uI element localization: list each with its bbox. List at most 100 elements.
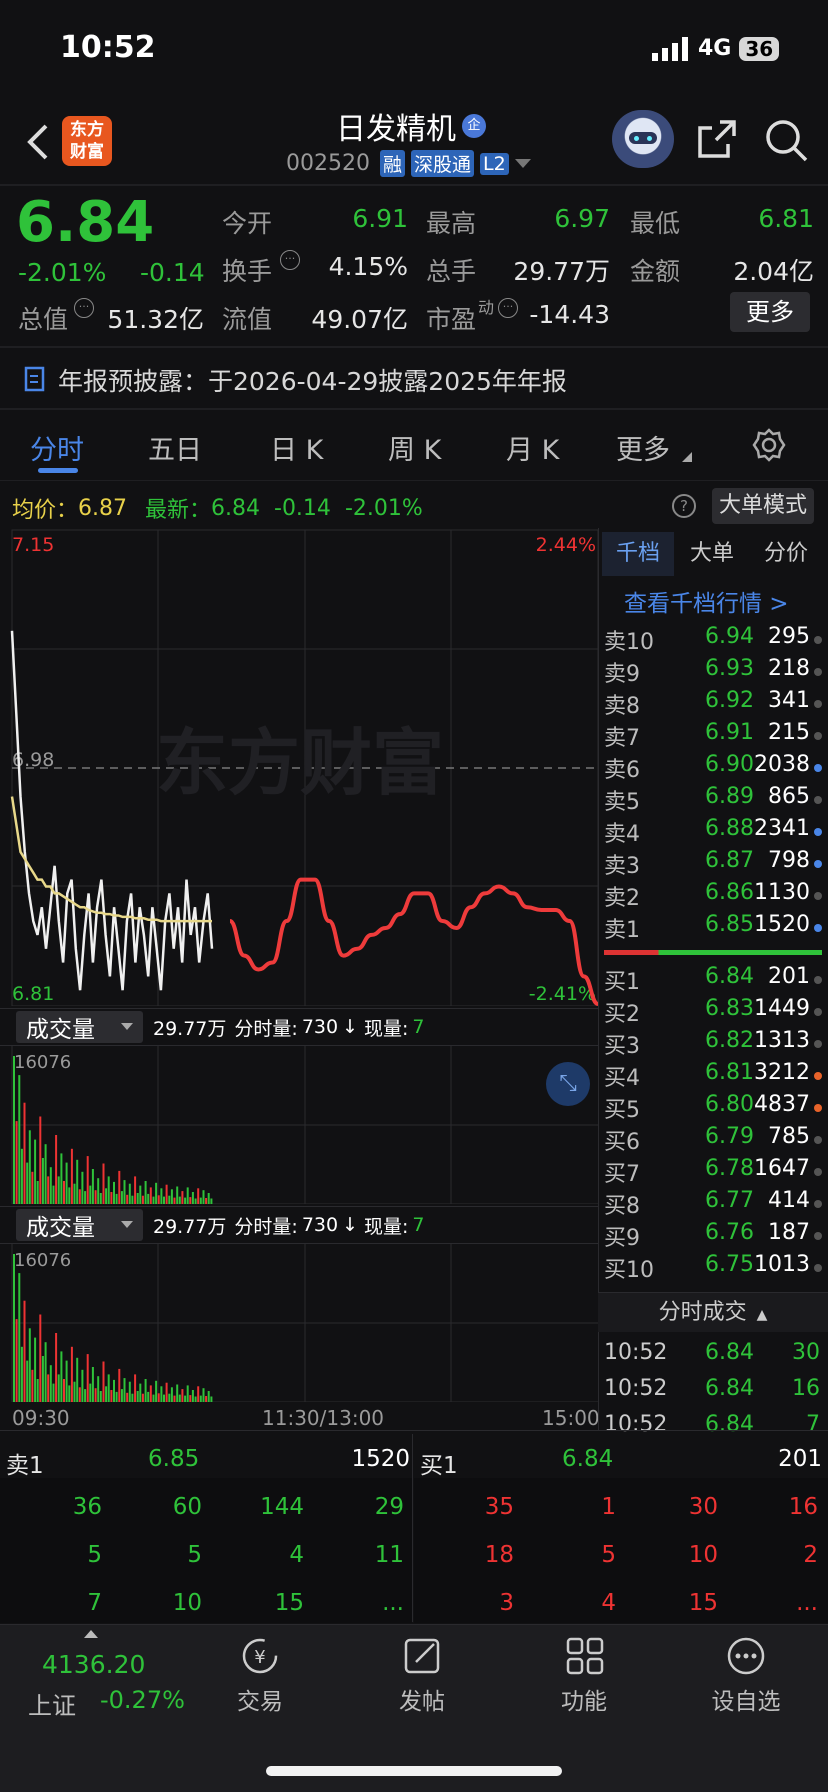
dropdown-icon [121, 1221, 133, 1228]
volume-selector[interactable]: 成交量 [16, 1011, 143, 1043]
latest-value: 6.84 [211, 495, 260, 521]
latest-change: -0.14 [274, 495, 331, 521]
tab-5day[interactable]: 五日 [148, 428, 202, 467]
ob-marker-icon [814, 1040, 822, 1048]
volume-bar [197, 1386, 200, 1402]
bid-row[interactable]: 买10 6.75 1013 [600, 1252, 828, 1284]
volume-total: 29.77万 [153, 1215, 227, 1238]
more-button[interactable]: 更多 [730, 292, 810, 332]
mktcap-value: 51.32亿 [107, 305, 204, 334]
volume-bar [136, 1391, 139, 1402]
volume-bar [113, 1181, 115, 1204]
big-order-mode-button[interactable]: 大单模式 [712, 488, 814, 524]
bid-row[interactable]: 买3 6.82 1313 [600, 1028, 828, 1060]
notice-text[interactable]: 年报预披露：于2026-04-29披露2025年年报 [58, 362, 567, 398]
intraday-price-chart[interactable]: 东方财富 7.15 6.98 6.81 2.44% -2.41% [0, 528, 598, 1006]
nav-functions[interactable]: 功能 [514, 1636, 654, 1715]
volume-bar [170, 1189, 173, 1204]
bid-row[interactable]: 买4 6.81 3212 [600, 1060, 828, 1092]
ask-row[interactable]: 卖1 6.85 1520 [600, 912, 828, 944]
ob-marker-icon [814, 924, 822, 932]
ob-level-label: 买5 [604, 1098, 640, 1123]
volume-bar [105, 1188, 108, 1204]
ask-row[interactable]: 卖7 6.91 215 [600, 720, 828, 752]
ob-tab-price[interactable]: 分价 [754, 532, 818, 576]
tab-daily-k[interactable]: 日 K [270, 428, 323, 467]
ask-row[interactable]: 卖2 6.86 1130 [600, 880, 828, 912]
volume-bar [120, 1191, 123, 1204]
signal-icon [652, 36, 688, 61]
amount-label: 金额 [630, 257, 681, 286]
bid-row[interactable]: 买5 6.80 4837 [600, 1092, 828, 1124]
index-name[interactable]: 上证 [28, 1686, 76, 1721]
tab-weekly-k[interactable]: 周 K [388, 428, 441, 467]
tab-monthly-k[interactable]: 月 K [506, 428, 559, 467]
volume-chart-2[interactable]: 16076 [0, 1244, 598, 1402]
trades-header[interactable]: 分时成交 ▲ [598, 1292, 828, 1332]
index-change[interactable]: -0.27% [100, 1686, 185, 1714]
ask-row[interactable]: 卖5 6.89 865 [600, 784, 828, 816]
pct-bottom-label: -2.41% [529, 983, 596, 1005]
volume-bar [191, 1192, 194, 1204]
bid-row[interactable]: 买8 6.77 414 [600, 1188, 828, 1220]
volume-bar [181, 1191, 184, 1204]
ask-row[interactable]: 卖10 6.94 295 [600, 624, 828, 656]
volume-label: 成交量 [26, 1017, 95, 1043]
volume-bar [120, 1389, 123, 1402]
trades-title: 分时成交 [658, 1300, 747, 1325]
volume-bar [47, 1374, 50, 1402]
ob-marker-icon [814, 668, 822, 676]
trade-price: 6.84 [705, 1412, 754, 1437]
expand-icon[interactable]: ⤡ [546, 1062, 590, 1106]
nav-add-watchlist[interactable]: 设自选 [676, 1636, 816, 1715]
volume-bar [194, 1198, 197, 1204]
volume-bar [94, 1190, 97, 1204]
ob-tab-thousand[interactable]: 千档 [602, 532, 674, 576]
ob-volume: 218 [768, 656, 810, 681]
volume-bar [186, 1187, 189, 1204]
robot-avatar[interactable] [612, 110, 674, 168]
tab-more[interactable]: 更多 [616, 428, 670, 467]
search-icon[interactable] [764, 118, 808, 162]
ob-tab-big[interactable]: 大单 [682, 532, 742, 576]
settings-icon[interactable] [752, 428, 786, 462]
status-time: 10:52 [60, 30, 156, 65]
y-top-label: 7.15 [12, 534, 54, 556]
index-value[interactable]: 4136.20 [42, 1650, 145, 1679]
bid-row[interactable]: 买6 6.79 785 [600, 1124, 828, 1156]
tab-intraday[interactable]: 分时 [30, 428, 84, 467]
volume-selector-2[interactable]: 成交量 [16, 1209, 143, 1241]
volume-label: 总手 [426, 257, 477, 286]
queue-sell-price: 6.85 [148, 1446, 200, 1472]
nav-post[interactable]: 发帖 [352, 1636, 492, 1715]
open-value: 6.91 [352, 204, 408, 233]
volume-bar [36, 1379, 39, 1402]
ask-row[interactable]: 卖4 6.88 2341 [600, 816, 828, 848]
bid-row[interactable]: 买7 6.78 1647 [600, 1156, 828, 1188]
stock-code-row[interactable]: 002520 融 深股通 L2 [286, 150, 531, 177]
stock-title-row[interactable]: 日发精机 企 [336, 104, 486, 148]
share-icon[interactable] [696, 118, 738, 160]
volume-bar [199, 1395, 202, 1402]
info-icon[interactable]: ··· [74, 298, 94, 318]
volume-bar [131, 1195, 134, 1204]
help-icon[interactable]: ? [672, 494, 696, 518]
volume-chart[interactable]: 16076 [0, 1046, 598, 1204]
queue-cell: 10 [172, 1590, 202, 1616]
ask-row[interactable]: 卖9 6.93 218 [600, 656, 828, 688]
ask-row[interactable]: 卖3 6.87 798 [600, 848, 828, 880]
bid-row[interactable]: 买1 6.84 201 [600, 964, 828, 996]
volume-bar [173, 1197, 176, 1204]
index-up-arrow-icon [84, 1630, 98, 1638]
bid-row[interactable]: 买9 6.76 187 [600, 1220, 828, 1252]
queue-cell: 15 [688, 1590, 718, 1616]
volume-bar [89, 1185, 92, 1204]
nav-trade[interactable]: ¥ 交易 [190, 1636, 330, 1715]
ask-row[interactable]: 卖8 6.92 341 [600, 688, 828, 720]
view-thousand-link[interactable]: 查看千档行情 > [624, 584, 789, 618]
back-icon[interactable] [26, 122, 50, 162]
info-icon[interactable]: ··· [280, 250, 300, 270]
volume-bar [78, 1189, 81, 1204]
ask-row[interactable]: 卖6 6.90 2038 [600, 752, 828, 784]
bid-row[interactable]: 买2 6.83 1449 [600, 996, 828, 1028]
